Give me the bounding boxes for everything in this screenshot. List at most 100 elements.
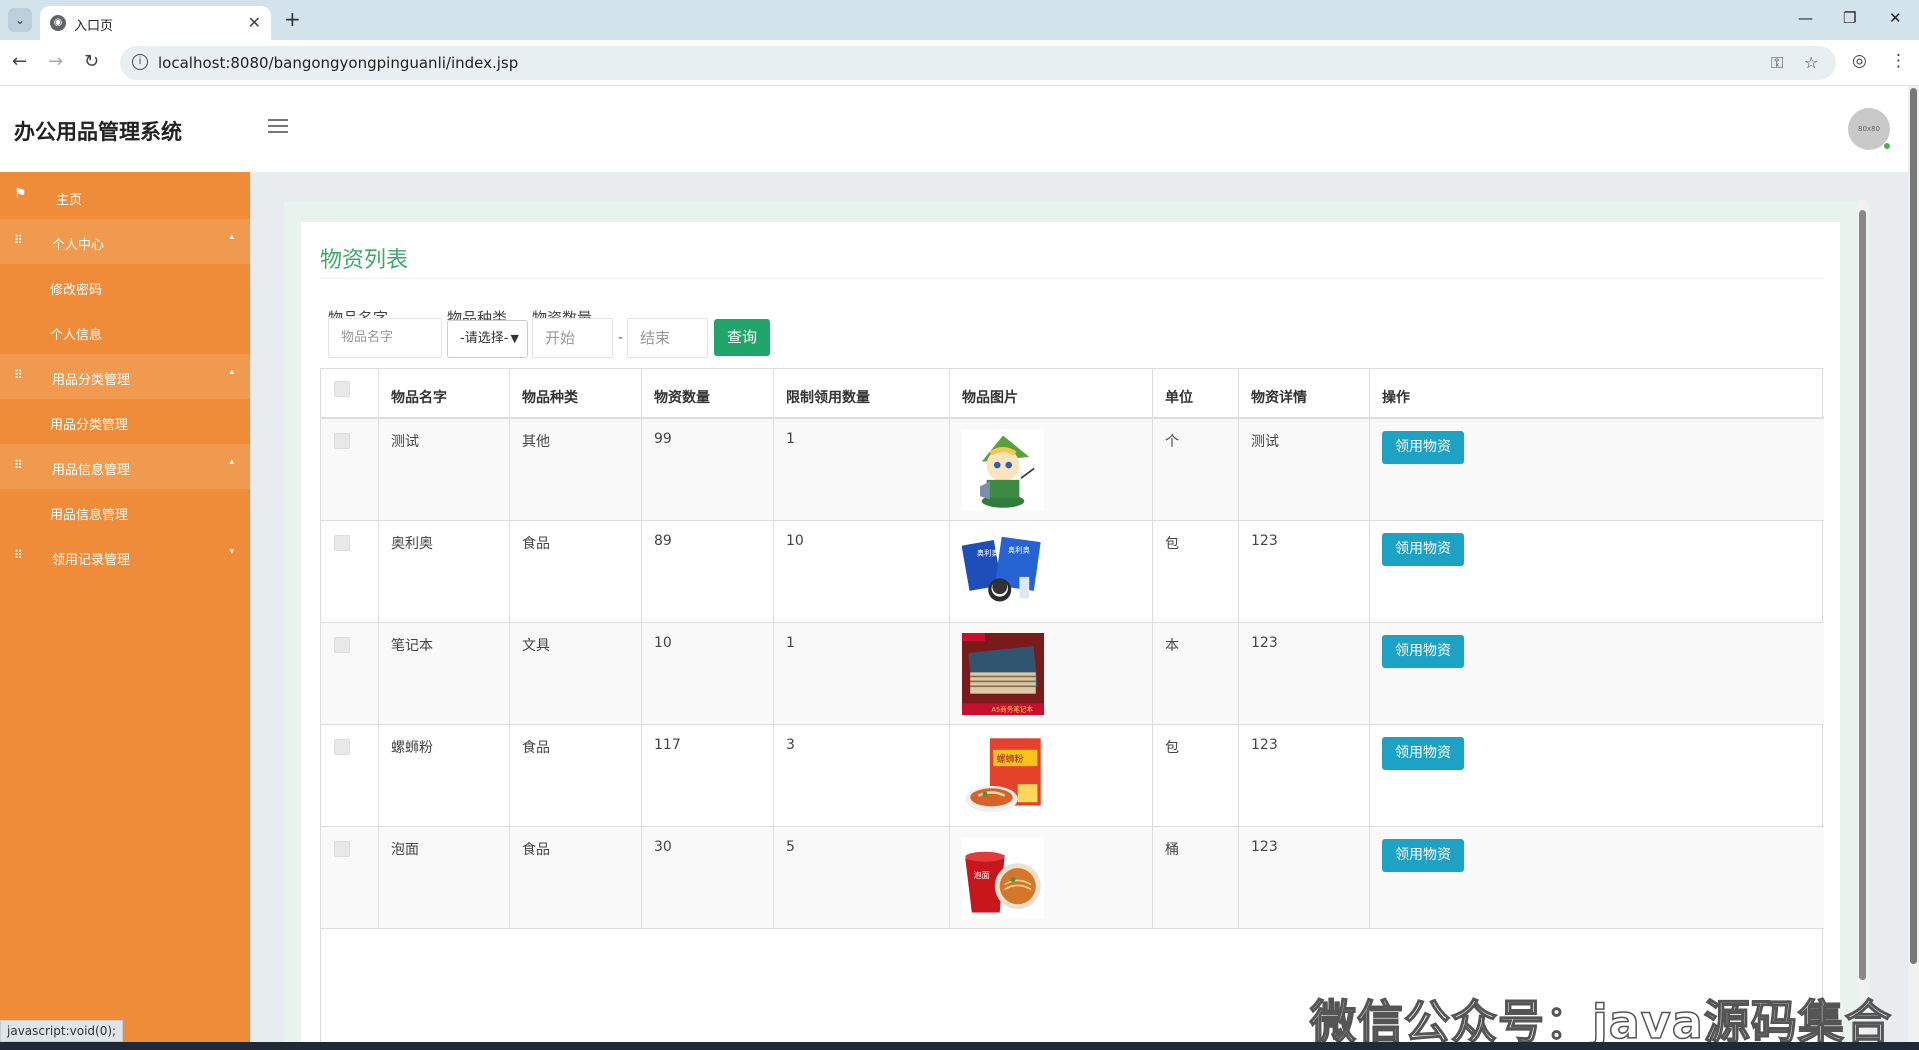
password-key-icon[interactable]: ⚿ <box>1771 53 1783 73</box>
cell-text: 5 <box>786 839 795 855</box>
table-cell: 测试 <box>378 419 509 520</box>
back-icon[interactable]: ← <box>12 51 27 72</box>
sidebar-item-claim-records[interactable]: ⠿ 领用记录管理 ▾ <box>0 534 250 579</box>
table-row: 螺蛳粉 食品 117 3 螺蛳粉 包 123 领用物资 <box>321 725 1824 827</box>
query-button[interactable]: 查询 <box>714 319 770 356</box>
table-cell: 笔记本 <box>378 623 509 724</box>
sidebar-item-label: 用品分类管理 <box>52 373 131 388</box>
sidebar-subitem-info-management[interactable]: 用品信息管理 <box>0 489 250 534</box>
cell-text: 1 <box>786 431 795 447</box>
table-cell: 3 <box>773 725 949 826</box>
claim-material-button[interactable]: 领用物资 <box>1382 839 1464 872</box>
header-text: 物资数量 <box>654 390 710 406</box>
table-cell <box>321 827 378 928</box>
cell-text: 笔记本 <box>391 638 433 654</box>
table-cell: 包 <box>1152 725 1238 826</box>
header-cell: 物资数量 <box>641 369 773 417</box>
table-cell: 领用物资 <box>1369 827 1824 928</box>
qty-end-input[interactable]: 结束 <box>627 318 708 358</box>
close-window-icon[interactable]: ✕ <box>1889 9 1902 27</box>
grid-icon: ⠿ <box>14 233 23 247</box>
content-scrollbar-thumb[interactable] <box>1859 210 1866 980</box>
claim-material-button[interactable]: 领用物资 <box>1382 431 1464 464</box>
cell-text: 123 <box>1251 737 1278 753</box>
cell-text: 123 <box>1251 839 1278 855</box>
sidebar-item-category-management[interactable]: ⠿ 用品分类管理 ▴ <box>0 354 250 399</box>
forward-icon[interactable]: → <box>48 51 63 72</box>
sidebar-item-info-management[interactable]: ⠿ 用品信息管理 ▴ <box>0 444 250 489</box>
restore-icon[interactable]: ❐ <box>1843 9 1856 27</box>
material-list-panel: 物资列表 物品名字 物品名字 物品种类 -请选择- ▼ 物资数量 开始 - 结束… <box>301 222 1840 1050</box>
sidebar-item-label: 用品信息管理 <box>52 463 131 478</box>
claim-material-button[interactable]: 领用物资 <box>1382 533 1464 566</box>
table-cell: 123 <box>1238 725 1369 826</box>
hamburger-menu-icon[interactable] <box>268 119 288 135</box>
svg-text:奥利奥: 奥利奥 <box>977 549 1000 558</box>
name-filter-input[interactable]: 物品名字 <box>328 318 442 358</box>
header-text: 物资详情 <box>1251 390 1307 406</box>
table-cell: 文具 <box>509 623 641 724</box>
profile-icon[interactable]: ◎ <box>1852 51 1867 71</box>
content-scrollbar[interactable] <box>1858 200 1867 1050</box>
sidebar-subitem-label: 用品分类管理 <box>50 418 129 433</box>
row-checkbox[interactable] <box>334 739 350 755</box>
table-cell: 奥利奥 奥利奥 <box>949 521 1152 622</box>
status-bar-url: javascript:void(0); <box>0 1020 124 1042</box>
select-all-checkbox[interactable] <box>334 381 350 397</box>
table-cell: 食品 <box>509 521 641 622</box>
sidebar-subitem-change-password[interactable]: 修改密码 <box>0 264 250 309</box>
sidebar-subitem-category-management[interactable]: 用品分类管理 <box>0 399 250 444</box>
minimize-icon[interactable]: — <box>1798 9 1813 27</box>
row-checkbox[interactable] <box>334 535 350 551</box>
table-cell <box>949 419 1152 520</box>
bookmark-star-icon[interactable]: ☆ <box>1804 53 1818 72</box>
table-row: 泡面 食品 30 5 泡面 桶 123 领用物资 <box>321 827 1824 929</box>
header-text: 操作 <box>1382 390 1410 406</box>
sidebar-item-personal-center[interactable]: ⠿ 个人中心 ▴ <box>0 219 250 264</box>
header-cell: 限制领用数量 <box>773 369 949 417</box>
menu-kebab-icon[interactable]: ⋮ <box>1890 51 1907 71</box>
table-cell: 奥利奥 <box>378 521 509 622</box>
cell-text: 99 <box>654 431 672 447</box>
sidebar-item-home[interactable]: ⚑ 主页 <box>0 174 250 219</box>
sidebar-subitem-label: 个人信息 <box>50 328 103 343</box>
cell-text: 本 <box>1165 638 1179 654</box>
claim-material-button[interactable]: 领用物资 <box>1382 737 1464 770</box>
cell-text: 螺蛳粉 <box>391 740 433 756</box>
cell-text: 10 <box>786 533 804 549</box>
cell-text: 123 <box>1251 635 1278 651</box>
table-cell: 123 <box>1238 827 1369 928</box>
tab-search-icon[interactable]: ⌄ <box>8 8 32 32</box>
cell-text: 食品 <box>522 536 550 552</box>
page-scrollbar[interactable] <box>1908 86 1919 1050</box>
table-row: 测试 其他 99 1 个 测试 领用物资 <box>321 419 1824 521</box>
row-checkbox[interactable] <box>334 841 350 857</box>
globe-icon: ◉ <box>50 15 66 31</box>
header-cell: 物品名字 <box>378 369 509 417</box>
header-cell: 物品图片 <box>949 369 1152 417</box>
product-image <box>962 429 1044 511</box>
table-cell: 桶 <box>1152 827 1238 928</box>
claim-material-button[interactable]: 领用物资 <box>1382 635 1464 668</box>
cell-text: 其他 <box>522 434 550 450</box>
reload-icon[interactable]: ↻ <box>84 51 99 72</box>
product-image: 泡面 <box>962 837 1044 919</box>
svg-text:泡面: 泡面 <box>973 870 989 880</box>
site-info-icon[interactable]: i <box>132 54 148 70</box>
close-tab-icon[interactable]: ✕ <box>248 13 261 32</box>
header-text: 物品图片 <box>962 390 1018 406</box>
browser-tab[interactable]: ◉ 入口页 ✕ <box>40 6 271 40</box>
sidebar-subitem-personal-info[interactable]: 个人信息 <box>0 309 250 354</box>
page-scrollbar-thumb[interactable] <box>1910 88 1917 964</box>
url-text[interactable]: localhost:8080/bangongyongpinguanli/inde… <box>158 54 518 72</box>
new-tab-icon[interactable]: + <box>284 7 301 31</box>
address-bar[interactable]: i localhost:8080/bangongyongpinguanli/in… <box>120 46 1836 80</box>
header-text: 单位 <box>1165 390 1193 406</box>
table-cell: 10 <box>773 521 949 622</box>
svg-text:螺蛳粉: 螺蛳粉 <box>996 753 1023 765</box>
table-cell: 本 <box>1152 623 1238 724</box>
type-filter-select[interactable]: -请选择- ▼ <box>447 320 528 358</box>
row-checkbox[interactable] <box>334 637 350 653</box>
qty-start-input[interactable]: 开始 <box>532 318 613 358</box>
row-checkbox[interactable] <box>334 433 350 449</box>
